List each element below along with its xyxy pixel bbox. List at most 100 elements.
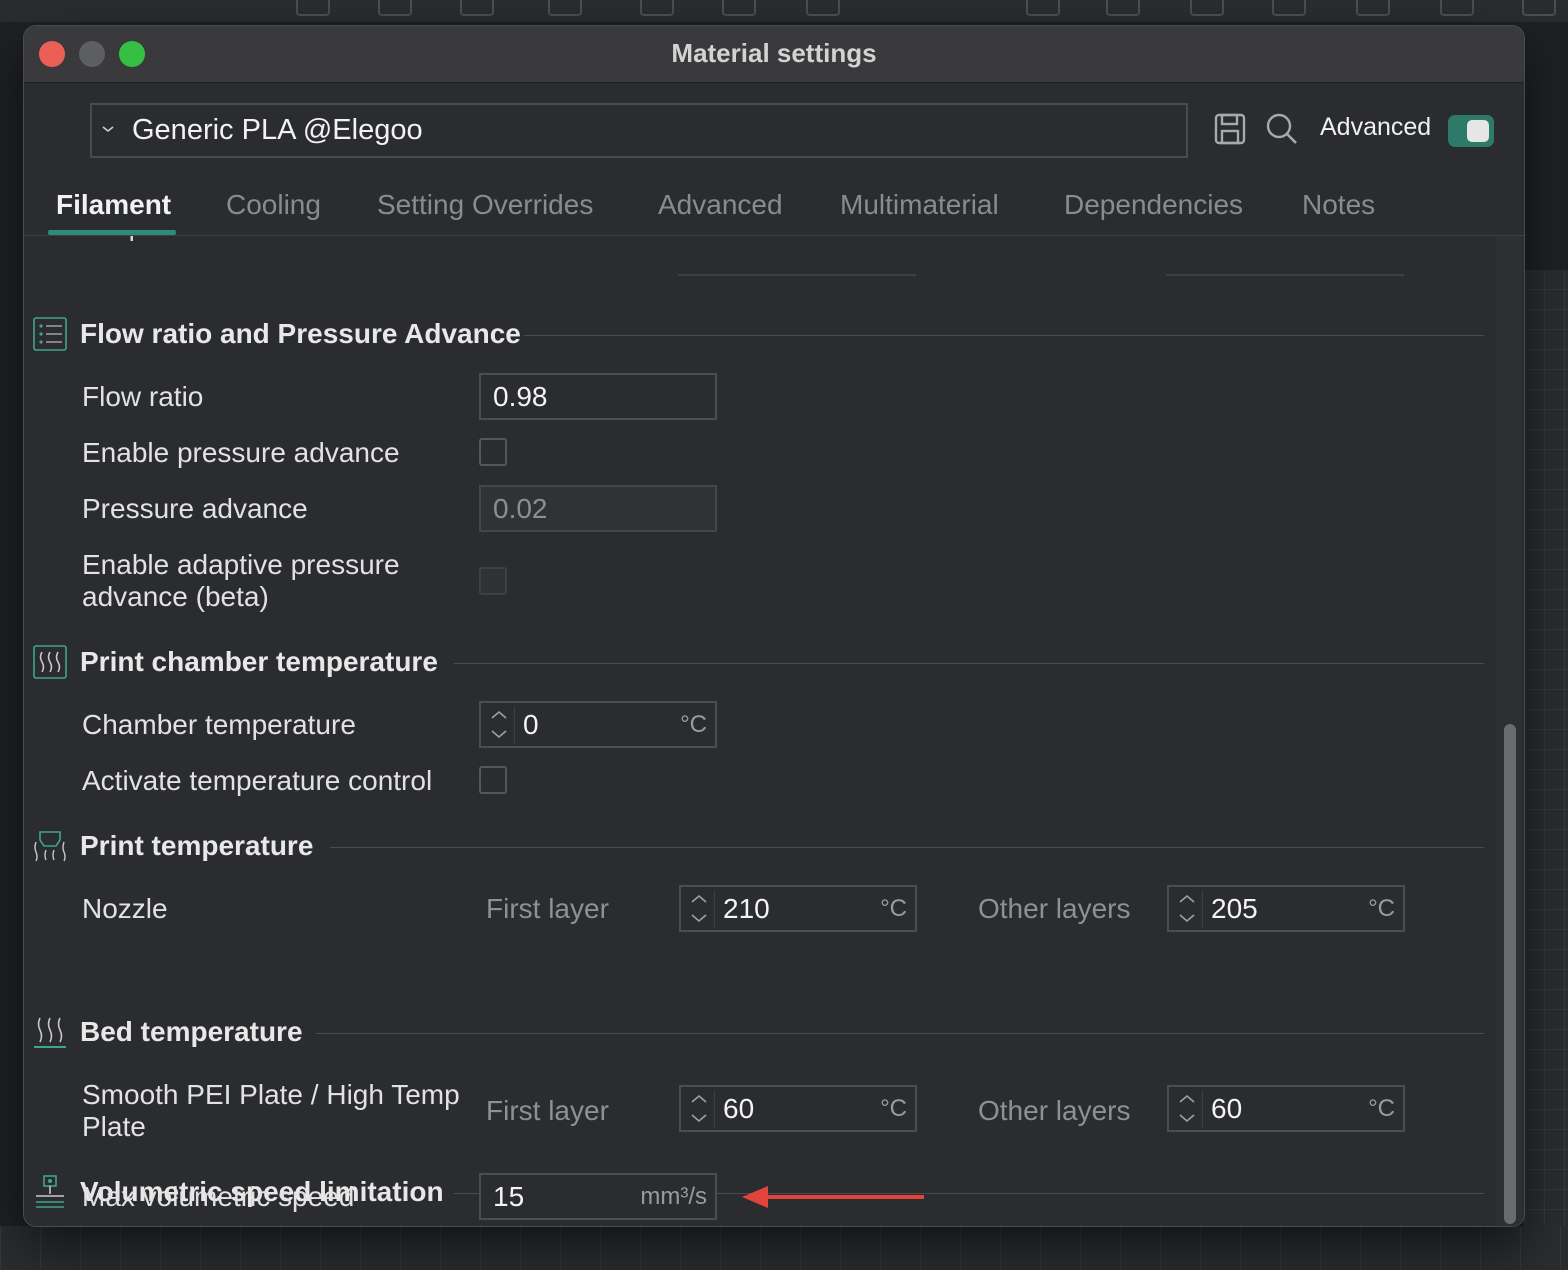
spinner-icon[interactable] (484, 706, 515, 743)
adaptive-pa-label-2: advance (beta) (82, 581, 269, 612)
bed-first-layer-value: 60 (723, 1093, 755, 1124)
plate-label-2: Plate (82, 1111, 146, 1142)
bed-other-layers-input[interactable]: 60 °C (1167, 1085, 1405, 1132)
toolbar-icon[interactable] (806, 0, 840, 16)
chamber-temp-value: 0 (523, 709, 539, 740)
viewport-grid-bottom (0, 1226, 1568, 1270)
save-icon[interactable] (1210, 109, 1250, 149)
toolbar-icon[interactable] (1190, 0, 1224, 16)
spinner-icon[interactable] (1172, 1090, 1203, 1127)
nozzle-other-layers-value: 205 (1211, 893, 1258, 924)
material-settings-dialog: Material settings Generic PLA @Elegoo Ad… (24, 26, 1524, 1226)
toggle-knob (1467, 120, 1489, 142)
tab-notes[interactable]: Notes (1302, 189, 1375, 221)
dialog-body: Generic PLA @Elegoo Advanced Filament Co… (24, 83, 1524, 1226)
activate-temp-control-checkbox[interactable] (479, 766, 507, 794)
nozzle-first-layer-unit: °C (880, 895, 907, 922)
preset-selected: Generic PLA @Elegoo (132, 114, 423, 146)
chamber-temp-label: Chamber temperature (82, 709, 356, 740)
title-bar: Material settings (24, 26, 1524, 83)
scrollbar-thumb[interactable] (1504, 724, 1516, 1224)
list-icon (33, 317, 67, 351)
section-title-print-temp: Print temperature (80, 830, 324, 862)
nozzle-heat-icon (34, 831, 66, 862)
toolbar-icon[interactable] (460, 0, 494, 16)
viewport-grid (1524, 270, 1568, 1270)
tab-dependencies[interactable]: Dependencies (1064, 189, 1243, 221)
pressure-advance-input[interactable]: 0.02 (479, 485, 717, 532)
chamber-temp-input[interactable]: 0 °C (479, 701, 717, 748)
plate-label: Smooth PEI Plate / High Temp (82, 1079, 460, 1110)
window-title: Material settings (671, 38, 877, 68)
section-divider (316, 1033, 1484, 1034)
enable-pa-checkbox[interactable] (479, 438, 507, 466)
toolbar-icon[interactable] (1272, 0, 1306, 16)
chevron-down-icon (102, 126, 114, 133)
pressure-advance-value: 0.02 (493, 493, 548, 524)
spinner-icon[interactable] (1172, 890, 1203, 927)
toolbar-icon[interactable] (548, 0, 582, 16)
toolbar-icon[interactable] (1356, 0, 1390, 16)
adaptive-pa-checkbox[interactable] (479, 567, 507, 595)
chamber-heat-icon (33, 645, 67, 679)
max-volumetric-label: Max volumetric speed (82, 1181, 355, 1212)
background-toolbar (0, 0, 1568, 22)
nozzle-first-layer-label: First layer (486, 893, 609, 924)
adaptive-pa-label: Enable adaptive pressure (82, 549, 400, 580)
advanced-toggle[interactable] (1448, 115, 1494, 147)
nozzle-other-layers-unit: °C (1368, 895, 1395, 922)
preset-dropdown[interactable]: Generic PLA @Elegoo (90, 103, 1188, 158)
tab-multimaterial[interactable]: Multimaterial (840, 189, 999, 221)
flow-ratio-input[interactable]: 0.98 (479, 373, 717, 420)
chamber-temp-unit: °C (680, 711, 707, 738)
bed-other-layers-unit: °C (1368, 1095, 1395, 1122)
annotation-arrow-icon (742, 1186, 924, 1208)
max-volumetric-input[interactable]: 15 mm³/s (479, 1173, 717, 1220)
active-tab-indicator (48, 230, 176, 235)
scrollbar[interactable] (1496, 236, 1522, 1226)
bed-other-layers-label: Other layers (978, 1095, 1131, 1126)
cut-off-field (1166, 274, 1404, 276)
activate-temp-control-label: Activate temperature control (82, 765, 433, 796)
section-title-flow: Flow ratio and Pressure Advance (80, 318, 531, 350)
max-volumetric-unit: mm³/s (640, 1183, 707, 1210)
nozzle-other-layers-input[interactable]: 205 °C (1167, 885, 1405, 932)
section-title-chamber: Print chamber temperature (80, 646, 448, 678)
flow-ratio-label: Flow ratio (82, 381, 204, 412)
cut-off-label: temperature (82, 236, 233, 242)
cut-off-field (678, 274, 916, 276)
search-icon[interactable] (1262, 109, 1302, 149)
toolbar-icon[interactable] (1440, 0, 1474, 16)
section-title-bed-temp: Bed temperature (80, 1016, 313, 1048)
nozzle-first-layer-input[interactable]: 210 °C (679, 885, 917, 932)
toolbar-icon[interactable] (640, 0, 674, 16)
bed-first-layer-input[interactable]: 60 °C (679, 1085, 917, 1132)
bed-first-layer-unit: °C (880, 1095, 907, 1122)
tab-filament[interactable]: Filament (56, 189, 171, 221)
spinner-icon[interactable] (684, 890, 715, 927)
pressure-advance-label: Pressure advance (82, 493, 308, 524)
section-divider (524, 335, 1484, 336)
toolbar-icon[interactable] (1106, 0, 1140, 16)
toolbar-icon[interactable] (722, 0, 756, 16)
toolbar-icon[interactable] (296, 0, 330, 16)
enable-pa-label: Enable pressure advance (82, 437, 400, 468)
toolbar-icon[interactable] (378, 0, 412, 16)
bed-heat-icon (34, 1017, 66, 1048)
section-divider (330, 847, 1484, 848)
volumetric-icon (36, 1175, 64, 1208)
toolbar-icon[interactable] (1026, 0, 1060, 16)
section-divider (454, 663, 1484, 664)
tab-bar: Filament Cooling Setting Overrides Advan… (24, 183, 1524, 236)
spinner-icon[interactable] (684, 1090, 715, 1127)
nozzle-other-layers-label: Other layers (978, 893, 1131, 924)
bed-first-layer-label: First layer (486, 1095, 609, 1126)
flow-ratio-value: 0.98 (493, 381, 548, 412)
tab-cooling[interactable]: Cooling (226, 189, 321, 221)
tab-advanced[interactable]: Advanced (658, 189, 783, 221)
tab-setting-overrides[interactable]: Setting Overrides (377, 189, 593, 221)
nozzle-first-layer-value: 210 (723, 893, 770, 924)
max-volumetric-value: 15 (493, 1181, 525, 1212)
nozzle-label: Nozzle (82, 893, 168, 924)
toolbar-icon[interactable] (1522, 0, 1556, 16)
